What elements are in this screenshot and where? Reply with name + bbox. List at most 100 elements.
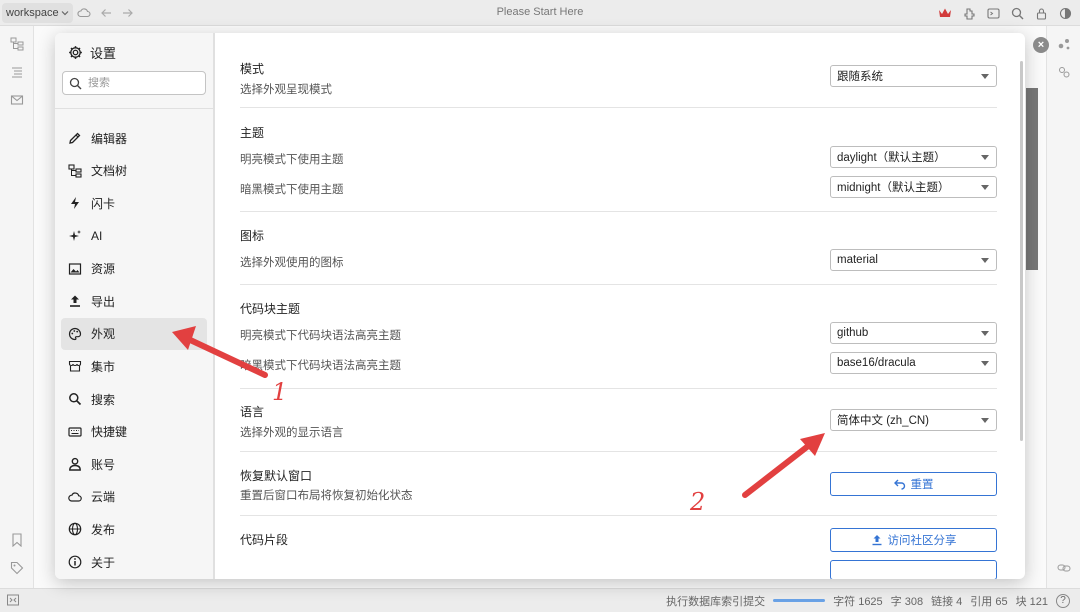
keyboard-icon bbox=[68, 427, 82, 437]
forward-arrow-icon[interactable] bbox=[117, 2, 139, 24]
settings-search-box[interactable] bbox=[62, 71, 206, 95]
nav-item-about[interactable]: 关于 bbox=[61, 546, 207, 579]
user-icon bbox=[69, 458, 81, 471]
appearance-panel: 模式 选择外观呈现模式 跟随系统 主题 明亮模式下使用主题 daylight（默… bbox=[217, 33, 1025, 579]
right-dock bbox=[1046, 26, 1080, 588]
caret-down-icon bbox=[981, 74, 989, 79]
codeblock-title: 代码块主题 bbox=[240, 302, 301, 316]
nav-item-label: 闪卡 bbox=[91, 196, 116, 211]
nav-item-assets[interactable]: 资源 bbox=[61, 252, 207, 285]
search-icon[interactable] bbox=[1006, 2, 1028, 24]
upload-icon bbox=[70, 295, 80, 308]
crown-icon[interactable] bbox=[934, 2, 956, 24]
nav-item-label: 集市 bbox=[91, 359, 116, 374]
light-theme-label: 明亮模式下使用主题 bbox=[240, 154, 344, 166]
global-graph-icon[interactable] bbox=[1047, 58, 1080, 86]
nav-item-publish[interactable]: 发布 bbox=[61, 513, 207, 546]
back-arrow-icon[interactable] bbox=[95, 2, 117, 24]
tree-icon bbox=[68, 164, 82, 178]
caret-down-icon bbox=[981, 185, 989, 190]
nav-item-flashcard[interactable]: 闪卡 bbox=[61, 187, 207, 220]
language-select[interactable]: 简体中文 (zh_CN) bbox=[830, 409, 997, 431]
snippet-settings-button[interactable] bbox=[830, 560, 997, 579]
section-divider bbox=[240, 451, 997, 452]
codeblock-light-select[interactable]: github bbox=[830, 322, 997, 344]
mode-description: 选择外观呈现模式 bbox=[240, 84, 332, 96]
nav-item-label: 云端 bbox=[91, 490, 116, 505]
inbox-icon[interactable] bbox=[0, 86, 34, 114]
dock-toggle-icon[interactable] bbox=[6, 593, 20, 610]
icon-select[interactable]: material bbox=[830, 249, 997, 271]
annotation-number-1: 1 bbox=[272, 378, 288, 406]
caret-down-icon bbox=[981, 418, 989, 423]
reset-window-description: 重置后窗口布局将恢复初始化状态 bbox=[240, 490, 413, 502]
workspace-selector[interactable]: workspace bbox=[2, 2, 73, 23]
reset-button-label: 重置 bbox=[910, 479, 934, 491]
nav-item-appearance[interactable]: 外观 bbox=[61, 317, 207, 351]
mode-select[interactable]: 跟随系统 bbox=[830, 65, 997, 87]
left-dock bbox=[0, 26, 34, 588]
nav-item-bazaar[interactable]: 集市 bbox=[61, 350, 207, 383]
visit-community-label: 访问社区分享 bbox=[887, 535, 957, 547]
upload-icon bbox=[872, 535, 881, 546]
undo-icon bbox=[893, 479, 905, 490]
status-task: 执行数据库索引提交 bbox=[666, 595, 766, 608]
lock-icon[interactable] bbox=[1030, 2, 1052, 24]
file-tree-icon[interactable] bbox=[0, 30, 34, 58]
nav-item-label: 发布 bbox=[91, 522, 116, 537]
nav-item-label: 导出 bbox=[91, 294, 116, 309]
outline-icon[interactable] bbox=[0, 58, 34, 86]
graph-icon[interactable] bbox=[1047, 30, 1080, 58]
nav-item-editor[interactable]: 编辑器 bbox=[61, 122, 207, 155]
caret-down-icon bbox=[981, 361, 989, 366]
codeblock-dark-select[interactable]: base16/dracula bbox=[830, 352, 997, 374]
info-icon bbox=[68, 555, 82, 569]
light-theme-select[interactable]: daylight（默认主题） bbox=[830, 146, 997, 168]
visit-community-button[interactable]: 访问社区分享 bbox=[830, 528, 997, 552]
status-chars: 字符 1625 bbox=[833, 595, 883, 608]
chevron-down-icon bbox=[61, 10, 69, 15]
bookmark-icon[interactable] bbox=[0, 526, 34, 554]
status-links: 链接 4 bbox=[931, 595, 963, 608]
nav-item-search[interactable]: 搜索 bbox=[61, 383, 207, 416]
reset-window-button[interactable]: 重置 bbox=[830, 472, 997, 496]
cloud-sync-icon[interactable] bbox=[73, 2, 95, 24]
tag-icon[interactable] bbox=[0, 554, 34, 582]
image-icon bbox=[68, 263, 82, 275]
terminal-icon[interactable] bbox=[982, 2, 1004, 24]
nav-item-label: 外观 bbox=[91, 327, 116, 342]
settings-search-input[interactable] bbox=[88, 77, 188, 89]
settings-header: 设置 bbox=[68, 43, 116, 61]
status-refs: 引用 65 bbox=[970, 595, 1008, 608]
close-dialog-button[interactable]: × bbox=[1033, 37, 1049, 53]
light-theme-value: daylight（默认主题） bbox=[837, 152, 946, 164]
icon-description: 选择外观使用的图标 bbox=[240, 257, 344, 269]
snippets-title: 代码片段 bbox=[240, 533, 289, 547]
nav-item-export[interactable]: 导出 bbox=[61, 285, 207, 318]
backlink-icon[interactable] bbox=[1047, 554, 1080, 582]
section-divider bbox=[240, 211, 997, 212]
settings-sidebar: 设置 编辑器 文档树 闪卡 AI bbox=[55, 33, 215, 579]
section-divider bbox=[240, 515, 997, 516]
nav-item-account[interactable]: 账号 bbox=[61, 448, 207, 481]
nav-item-keymap[interactable]: 快捷键 bbox=[61, 415, 207, 448]
search-icon bbox=[69, 77, 82, 89]
split-view-icon[interactable] bbox=[1054, 2, 1076, 24]
language-select-value: 简体中文 (zh_CN) bbox=[837, 415, 930, 427]
plugin-icon[interactable] bbox=[958, 2, 980, 24]
sidebar-divider bbox=[55, 108, 215, 109]
sparkle-icon bbox=[69, 230, 81, 242]
nav-item-doctree[interactable]: 文档树 bbox=[61, 155, 207, 188]
nav-item-label: 文档树 bbox=[91, 164, 128, 179]
help-icon[interactable]: ? bbox=[1056, 593, 1070, 608]
dark-theme-select[interactable]: midnight（默认主题） bbox=[830, 176, 997, 198]
nav-item-ai[interactable]: AI bbox=[61, 220, 207, 253]
codeblock-dark-label: 暗黑模式下代码块语法高亮主题 bbox=[240, 360, 401, 372]
nav-item-cloud[interactable]: 云端 bbox=[61, 481, 207, 514]
codeblock-dark-value: base16/dracula bbox=[837, 357, 916, 369]
codeblock-light-value: github bbox=[837, 327, 869, 339]
reset-window-title: 恢复默认窗口 bbox=[240, 469, 313, 483]
annotation-number-2: 2 bbox=[690, 488, 706, 516]
content-scrollbar[interactable] bbox=[1020, 61, 1023, 441]
theme-title: 主题 bbox=[240, 126, 265, 140]
